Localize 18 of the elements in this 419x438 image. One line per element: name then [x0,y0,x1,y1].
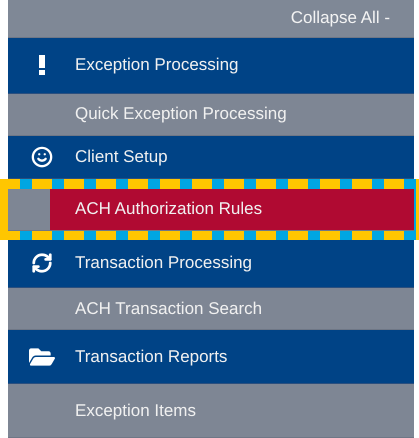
exclamation-icon [38,55,46,76]
item-label: Quick Exception Processing [75,104,287,124]
section-label: Client Setup [75,146,168,167]
item-marker [8,188,50,230]
section-label: Transaction Processing [75,253,252,274]
section-label: Exception Processing [75,55,238,76]
smiley-icon [30,146,52,168]
item-label: ACH Authorization Rules [75,199,262,220]
menu-section[interactable]: Transaction Processing [8,240,414,288]
collapse-all-link[interactable]: Collapse All - [290,8,390,28]
refresh-icon [30,252,52,274]
menu-section[interactable]: Client Setup [8,136,414,179]
menu-section[interactable]: Exception Processing [8,38,414,94]
menu-section[interactable]: Transaction Reports [8,330,414,384]
item-label: ACH Transaction Search [75,298,262,319]
item-label: Exception Items [75,400,196,421]
menu-item[interactable]: ACH Authorization Rules [8,188,414,231]
section-label: Transaction Reports [75,346,228,367]
